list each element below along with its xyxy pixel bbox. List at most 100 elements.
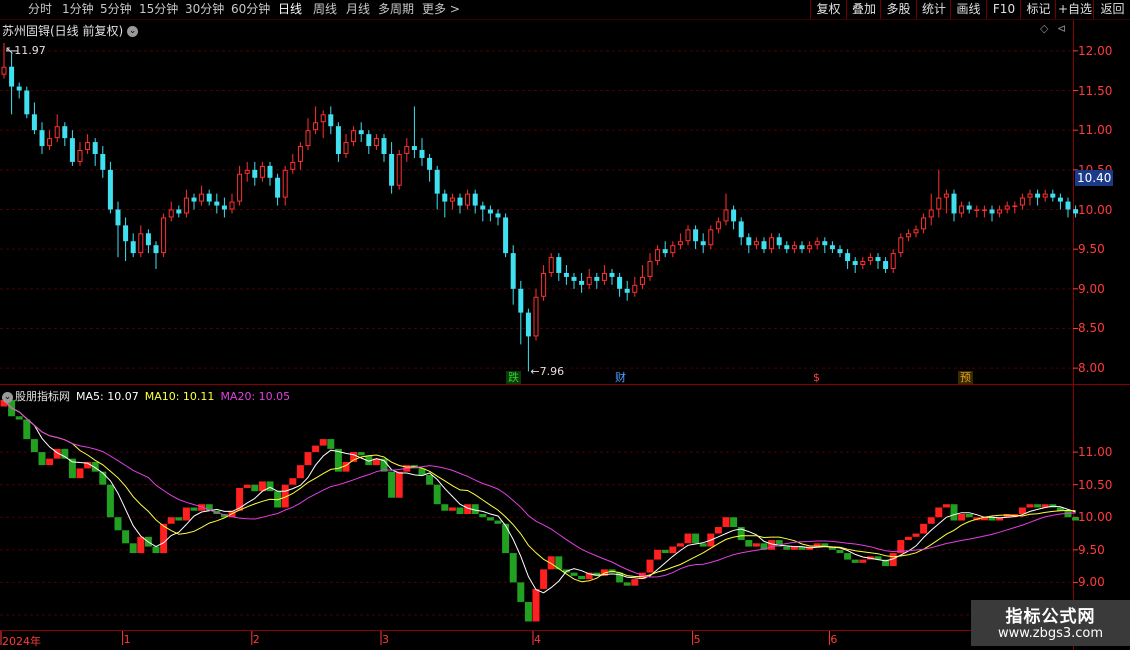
dropdown-icon[interactable]: ⌄ [127,26,139,37]
current-price-label: 10.40 [1075,169,1114,186]
indicator-bar-down [426,474,434,485]
event-tag-0[interactable]: 跌 [506,371,521,384]
candle-down [62,126,68,139]
candle-down [381,138,387,154]
candle-down [457,197,463,206]
indicator-bar-up [958,514,966,521]
candle-down [1057,197,1063,202]
candle-up [639,276,645,285]
candle-up [670,245,676,254]
indicator-bar-up [904,536,912,541]
toolbar-button-8[interactable]: 返回 [1093,0,1130,19]
candle-down [951,193,957,214]
candle-up [807,245,813,250]
ma20-label: MA20: 10.05 [220,390,291,403]
candle-down [495,213,501,218]
date-label-5: 5 [693,633,701,646]
candle-up [373,138,379,147]
candle-up [898,237,904,254]
candle-down [153,245,159,254]
tab-period-1[interactable]: 1分钟 [62,2,94,17]
low-marker-label: ←7.96 [530,365,565,379]
watermark-title: 指标公式网 [1005,607,1096,627]
candle-down [617,276,623,289]
indicator-bar-up [1026,504,1034,508]
candle-down [563,272,569,277]
toolbar-button-1[interactable]: 叠加 [846,0,881,19]
arrow-left-icon[interactable]: ⊲ [1057,22,1066,35]
tab-period-5[interactable]: 60分钟 [231,2,270,17]
candle-up [47,138,53,147]
candle-down [366,134,372,147]
indicator-bar-down [1034,504,1042,508]
indicator-bar-up [532,588,540,622]
indicator-dropdown-icon[interactable]: ⌄ [2,391,13,403]
indicator-bar-down [106,484,114,518]
tab-period-3[interactable]: 15分钟 [139,2,178,17]
toolbar-button-7[interactable]: +自选 [1055,0,1094,19]
tab-period-10[interactable]: 更多 > [422,2,460,17]
tab-period-8[interactable]: 月线 [346,2,370,17]
candle-up [1019,197,1025,206]
candle-down [39,130,45,147]
tab-period-0[interactable]: 分时 [28,2,52,17]
candle-down [206,193,212,202]
candle-down [731,209,737,222]
watermark-url: www.zbgs3.com [997,626,1104,641]
candle-down [252,169,258,178]
tab-period-6[interactable]: 日线 [278,2,302,17]
candle-up [1012,205,1018,208]
indicator-bar-down [357,452,365,456]
candle-down [434,169,440,194]
tab-period-9[interactable]: 多周期 [378,2,414,17]
diamond-icon[interactable]: ◇ [1040,22,1048,35]
toolbar-button-4[interactable]: 画线 [950,0,986,19]
toolbar-button-5[interactable]: F10 [986,0,1021,19]
chart-canvas [0,20,1130,650]
candle-down [100,153,106,170]
candle-up [974,209,980,211]
chart-title: 苏州固锝(日线 前复权) ⌄ [2,22,139,39]
candle-down [609,272,615,277]
ma10-label: MA10: 10.11 [144,390,215,403]
indicator-bar-up [46,458,54,466]
toolbar-button-2[interactable]: 多股 [880,0,916,19]
candle-down [328,114,334,127]
indicator-bar-up [319,439,327,446]
toolbar-button-3[interactable]: 统计 [916,0,951,19]
candle-down [480,205,486,210]
candle-down [9,66,15,87]
indicator-bar-down [479,514,487,518]
indicator-tick-label-0: 11.00 [1078,445,1113,460]
event-tag-2[interactable]: $ [811,371,822,384]
candle-up [601,272,607,281]
event-tag-3[interactable]: 预 [958,371,973,384]
candle-down [31,114,37,131]
candle-up [890,253,896,269]
tab-period-2[interactable]: 5分钟 [100,2,132,17]
candle-down [571,276,577,281]
candle-up [77,150,83,162]
indicator-bar-up [296,465,304,479]
candle-up [313,122,319,131]
candle-down [442,193,448,202]
toolbar-button-0[interactable]: 复权 [810,0,846,19]
event-tag-1[interactable]: 财 [613,371,628,384]
toolbar-button-6[interactable]: 标记 [1020,0,1056,19]
candle-down [358,130,364,135]
candle-down [837,249,843,254]
indicator-bar-down [699,543,707,547]
candle-down [662,249,668,254]
candle-up [1027,193,1033,198]
ma5-label: MA5: 10.07 [76,390,139,403]
candle-up [351,130,357,143]
candle-down [176,209,182,214]
indicator-bar-up [942,504,950,508]
indicator-bar-up [547,556,555,570]
indicator-bar-up [752,543,760,547]
tab-period-7[interactable]: 周线 [313,2,337,17]
candle-down [92,142,98,154]
tab-period-4[interactable]: 30分钟 [185,2,224,17]
candle-down [738,221,744,238]
candle-down [115,209,121,226]
